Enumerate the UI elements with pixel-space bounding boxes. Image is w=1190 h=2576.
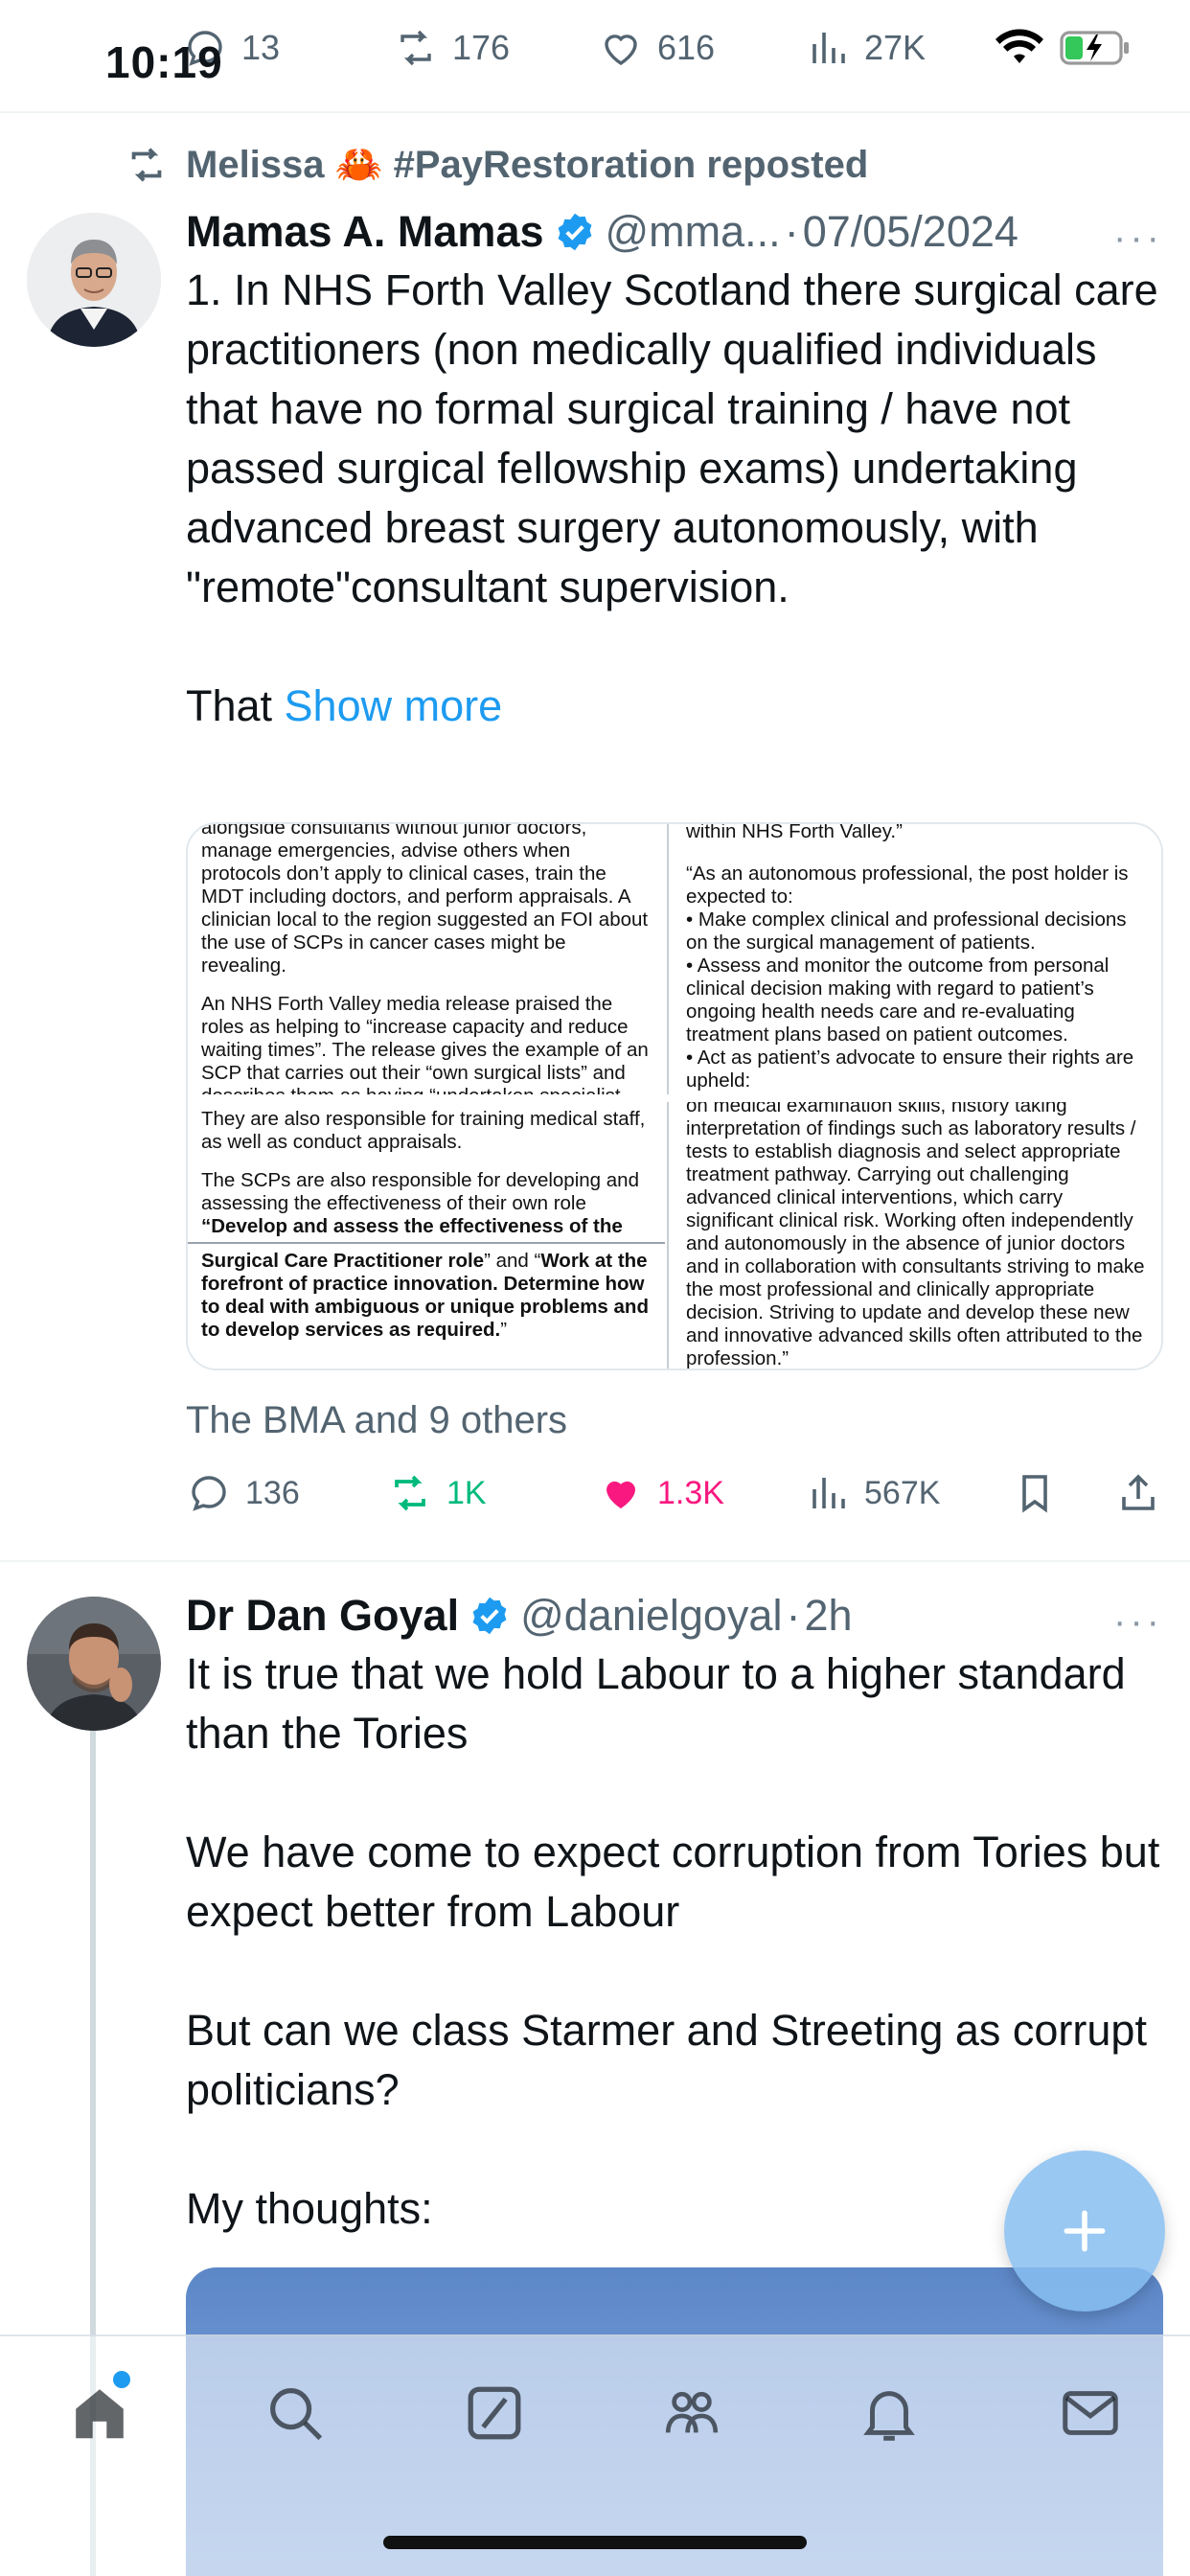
separator-dot: · [786, 1591, 801, 1640]
tab-messages[interactable] [1052, 2375, 1129, 2451]
status-icons [993, 29, 1133, 67]
avatar-photo [27, 1597, 161, 1731]
repost-button[interactable]: 1K [387, 1470, 487, 1516]
bookmark-button[interactable] [1012, 1470, 1058, 1516]
communities-icon [665, 2391, 719, 2433]
tab-search[interactable] [257, 2375, 333, 2451]
doc-text-bold: Surgical Care Practitioner role [201, 1250, 485, 1272]
more-options-button[interactable]: ··· [1113, 217, 1163, 260]
tweet-text: 1. In NHS Forth Valley Scotland there su… [186, 261, 1163, 736]
avatar-photo [27, 213, 161, 347]
avatar-mamas[interactable] [27, 213, 161, 347]
bookmark-icon [1022, 1475, 1047, 1513]
prev-reply-count: 13 [241, 28, 281, 67]
heart-icon [605, 34, 637, 65]
media-image-bottom-left[interactable]: They are also responsible for training m… [188, 1102, 665, 1368]
doc-text: • Act as patient’s advocate to ensure th… [686, 1046, 1134, 1092]
tweet-header: Mamas A. Mamas @mma... · 07/05/2024 [186, 203, 1163, 261]
tab-notifications[interactable] [851, 2375, 927, 2451]
author-handle[interactable]: @danielgoyal [520, 1591, 782, 1641]
doc-text: The SCPs are also responsible for develo… [201, 1169, 639, 1214]
compose-button[interactable] [1004, 2150, 1165, 2312]
prev-repost-count: 176 [452, 28, 511, 67]
reply-button[interactable]: 136 [186, 1470, 300, 1516]
tweet-date[interactable]: 2h [804, 1591, 852, 1641]
doc-text: ” [500, 1319, 508, 1341]
tweet-body: 1. In NHS Forth Valley Scotland there su… [186, 265, 1158, 730]
home-icon [76, 2389, 124, 2439]
views-button[interactable]: 567K [805, 1470, 940, 1516]
tweet-media-grid[interactable]: alongside consultants without junior doc… [186, 822, 1163, 1370]
tab-communities[interactable] [653, 2375, 730, 2451]
author-name[interactable]: Dr Dan Goyal [186, 1591, 459, 1641]
status-bar: 13 176 616 27K 10:19 [0, 0, 1190, 111]
notification-dot [113, 2371, 130, 2388]
repost-icon [131, 147, 162, 182]
repost-context: Melissa 🦀 #PayRestoration reposted [125, 142, 868, 187]
prev-like-count: 616 [657, 28, 716, 67]
prev-repost-button[interactable]: 176 [393, 25, 510, 71]
like-button[interactable]: 1.3K [598, 1470, 724, 1516]
media-gap [188, 1094, 1161, 1102]
media-image-bottom-right[interactable]: on medical examination skills, history t… [673, 1102, 1161, 1369]
heart-icon [606, 1481, 635, 1508]
doc-text: They are also responsible for training m… [201, 1108, 646, 1153]
author-handle[interactable]: @mma... [606, 207, 781, 257]
author-name[interactable]: Mamas A. Mamas [186, 207, 544, 257]
prev-like-button[interactable]: 616 [598, 25, 715, 71]
reply-icon [192, 1476, 226, 1511]
media-image-top-right[interactable]: within NHS Forth Valley.” “As an autonom… [673, 824, 1161, 1094]
separator-dot: · [784, 207, 799, 256]
views-count: 567K [864, 1474, 941, 1511]
share-icon [1122, 1474, 1155, 1510]
wifi-icon [995, 29, 1043, 63]
tweet-actions: 136 1K 1.3K 567K [186, 1470, 1163, 1528]
divider [0, 1560, 1190, 1562]
prev-views-count: 27K [864, 28, 927, 67]
tab-grok[interactable] [456, 2375, 533, 2451]
search-icon [270, 2388, 323, 2441]
show-more-link[interactable]: Show more [285, 681, 503, 730]
doc-text: on medical examination skills, history t… [686, 1102, 1145, 1369]
repost-context-label: Melissa 🦀 #PayRestoration reposted [186, 144, 869, 186]
tweet-text: It is true that we hold Labour to a high… [186, 1649, 1160, 2233]
doc-text: • Make complex clinical and professional… [686, 908, 1127, 954]
reply-count: 136 [245, 1474, 300, 1511]
repost-icon [400, 30, 431, 66]
bell-icon [863, 2391, 915, 2441]
doc-text-bold: “Develop and assess the effectiveness of… [201, 1215, 623, 1237]
repost-count: 1K [446, 1474, 487, 1511]
mail-icon [1063, 2391, 1118, 2435]
social-context[interactable]: The BMA and 9 others [186, 1399, 567, 1442]
views-icon [812, 1478, 845, 1508]
prev-views-button[interactable]: 27K [805, 25, 926, 71]
share-button[interactable] [1115, 1470, 1161, 1516]
doc-text: alongside consultants without junior doc… [201, 824, 649, 977]
repost-icon [395, 1475, 425, 1511]
views-icon [812, 33, 845, 63]
more-options-button[interactable]: ··· [1113, 1600, 1163, 1644]
verified-badge-icon [558, 213, 591, 251]
doc-text: ” and “ [484, 1250, 541, 1272]
tweet-date[interactable]: 07/05/2024 [803, 207, 1018, 257]
divider [0, 111, 1190, 113]
plus-icon [1064, 2210, 1106, 2252]
doc-text: “As an autonomous professional, the post… [686, 862, 1129, 908]
doc-text: An NHS Forth Valley media release praise… [201, 993, 649, 1094]
avatar-goyal[interactable] [27, 1597, 161, 1731]
like-count: 1.3K [657, 1474, 724, 1511]
battery-charging-icon [1060, 31, 1129, 65]
media-image-top-left[interactable]: alongside consultants without junior doc… [188, 824, 665, 1094]
verified-badge-icon [472, 1597, 507, 1635]
doc-text: within NHS Forth Valley.” [686, 824, 903, 842]
doc-text: • Assess and monitor the outcome from pe… [686, 954, 1110, 1046]
status-time: 10:19 [105, 37, 223, 87]
home-indicator [383, 2536, 807, 2549]
tweet-header: Dr Dan Goyal @danielgoyal · 2h [186, 1587, 1163, 1644]
grok-icon [468, 2386, 521, 2440]
